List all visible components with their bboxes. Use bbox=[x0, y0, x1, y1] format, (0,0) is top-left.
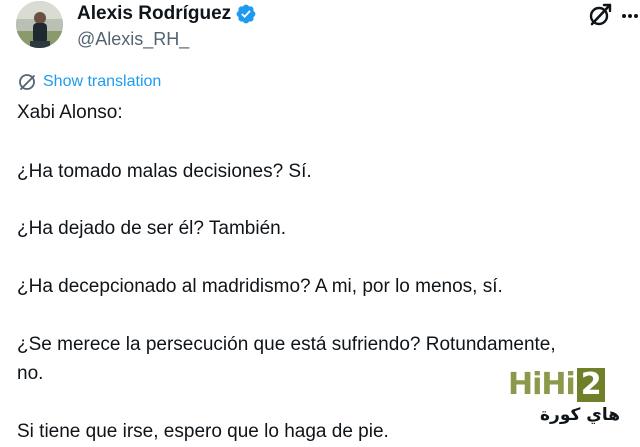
author-handle[interactable]: @Alexis_RH_ bbox=[77, 28, 189, 50]
avatar-photo bbox=[16, 1, 63, 48]
show-translation-link[interactable]: Show translation bbox=[17, 72, 161, 92]
watermark-logo: HiHi 2 هاي كورة bbox=[502, 365, 628, 433]
more-options-button[interactable] bbox=[620, 6, 640, 26]
tweet-text-line: ¿Ha decepcionado al madridismo? A mi, po… bbox=[17, 276, 503, 297]
author-name[interactable]: Alexis Rodríguez bbox=[77, 2, 257, 26]
tweet-text-line: ¿Ha tomado malas decisiones? Sí. bbox=[17, 161, 312, 182]
tweet-text-line: Xabi Alonso: bbox=[17, 102, 123, 123]
verified-badge-icon bbox=[236, 4, 256, 24]
grok-icon bbox=[589, 3, 612, 26]
watermark-brand: HiHi 2 bbox=[508, 367, 605, 403]
tweet-text-line: no. bbox=[17, 363, 44, 384]
globe-translate-icon bbox=[19, 74, 35, 90]
author-name-text: Alexis Rodríguez bbox=[77, 3, 232, 24]
avatar[interactable] bbox=[16, 1, 63, 48]
tweet-text-line: Si tiene que irse, espero que lo haga de… bbox=[17, 421, 389, 442]
tweet-card: Alexis Rodríguez @Alexis_RH_ Show transl… bbox=[0, 0, 640, 447]
watermark-arabic-text: هاي كورة bbox=[540, 405, 621, 425]
show-translation-label: Show translation bbox=[43, 73, 162, 90]
tweet-text-line: ¿Se merece la persecución que está sufri… bbox=[17, 334, 556, 355]
watermark-brand-text: HiHi bbox=[508, 367, 576, 402]
tweet-text-line: ¿Ha dejado de ser él? También. bbox=[17, 218, 286, 239]
more-icon bbox=[622, 14, 638, 18]
grok-button[interactable] bbox=[587, 2, 613, 28]
watermark-brand-number: 2 bbox=[576, 368, 605, 402]
